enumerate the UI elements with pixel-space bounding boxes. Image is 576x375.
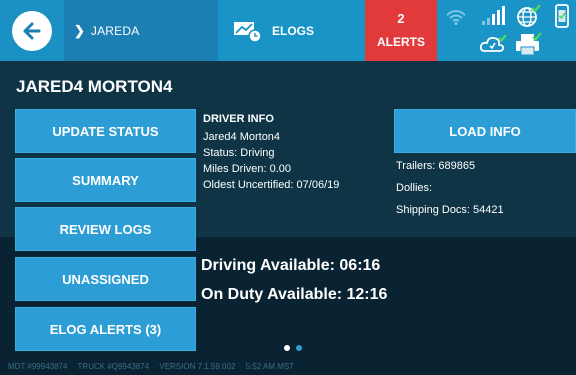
unassigned-button[interactable]: UNASSIGNED xyxy=(15,257,196,301)
driver-info-heading: DRIVER INFO xyxy=(203,113,274,125)
summary-button[interactable]: SUMMARY xyxy=(15,158,196,202)
elogs-tab[interactable]: ELOGS xyxy=(218,0,365,61)
wifi-signal-icon xyxy=(446,10,466,26)
alerts-tab[interactable]: 2 ALERTS xyxy=(365,0,437,61)
load-info-shipping-docs: Shipping Docs: 54421 xyxy=(396,204,504,216)
load-info-dollies: Dollies: xyxy=(396,182,433,194)
update-status-button[interactable]: UPDATE STATUS xyxy=(15,109,196,153)
driver-info-name: Jared4 Morton4 xyxy=(203,131,281,143)
page-dot-2[interactable] xyxy=(296,345,302,351)
alerts-tab-label: ALERTS xyxy=(377,34,425,49)
load-info-panel: Trailers: 689865 Dollies: Shipping Docs:… xyxy=(396,158,504,224)
back-button[interactable] xyxy=(12,11,52,51)
footer-time: 5:52 AM MST xyxy=(245,362,295,371)
back-segment xyxy=(0,0,64,61)
alerts-count-badge: 2 xyxy=(397,10,405,26)
page-indicator[interactable] xyxy=(284,345,302,351)
elogs-truck-clock-icon xyxy=(234,21,262,43)
driver-tab[interactable]: ❯ JAREDA xyxy=(64,0,218,61)
main-panel: JARED4 MORTON4 UPDATE STATUS SUMMARY REV… xyxy=(0,61,576,370)
load-info-button[interactable]: LOAD INFO xyxy=(394,109,576,153)
footer-truck: TRUCK #Q9943874 xyxy=(77,362,150,371)
availability-panel: Driving Available: 06:16 On Duty Availab… xyxy=(201,251,387,309)
cloud-check-icon xyxy=(479,34,507,52)
top-bar: ❯ JAREDA ELOGS 2 ALERTS xyxy=(0,0,576,61)
elogs-tab-label: ELOGS xyxy=(272,23,315,38)
globe-check-icon xyxy=(517,4,541,27)
back-arrow-icon xyxy=(23,22,41,40)
footer-mdt: MDT #99943874 xyxy=(8,362,68,371)
driver-info-oldest-uncertified: Oldest Uncertified: 07/06/19 xyxy=(203,179,340,191)
on-duty-available: On Duty Available: 12:16 xyxy=(201,286,388,303)
footer-version: VERSION 7.1.59.002 xyxy=(159,362,236,371)
footer-status-line: MDT #99943874 TRUCK #Q9943874 VERSION 7.… xyxy=(0,358,576,375)
page-dot-1[interactable] xyxy=(284,345,290,351)
phone-icon xyxy=(555,4,569,28)
driver-info-status: Status: Driving xyxy=(203,147,275,159)
printer-check-icon xyxy=(516,32,542,56)
driver-tab-label: JAREDA xyxy=(90,23,140,38)
status-icons xyxy=(437,0,576,61)
chevron-right-icon: ❯ xyxy=(74,22,85,38)
driving-available: Driving Available: 06:16 xyxy=(201,257,381,274)
driver-info-panel: DRIVER INFO Jared4 Morton4 Status: Drivi… xyxy=(203,111,339,193)
driver-info-miles: Miles Driven: 0.00 xyxy=(203,163,292,175)
driver-name-heading: JARED4 MORTON4 xyxy=(16,77,173,96)
cell-signal-icon xyxy=(482,6,505,25)
review-logs-button[interactable]: REVIEW LOGS xyxy=(15,207,196,251)
load-info-trailers: Trailers: 689865 xyxy=(396,160,476,172)
elog-alerts-button[interactable]: ELOG ALERTS (3) xyxy=(15,307,196,351)
